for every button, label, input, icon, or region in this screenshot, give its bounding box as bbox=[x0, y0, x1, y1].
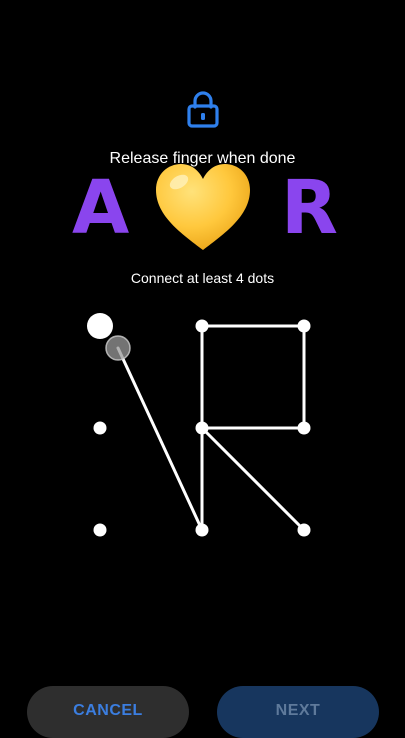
pattern-lines bbox=[116, 324, 306, 532]
pattern-dot-4[interactable] bbox=[93, 421, 107, 435]
pattern-dot-7[interactable] bbox=[93, 523, 107, 537]
pattern-dot-8[interactable] bbox=[195, 523, 209, 537]
touch-indicator bbox=[105, 335, 131, 361]
pattern-dot-2[interactable] bbox=[195, 319, 209, 333]
cancel-button[interactable]: CANCEL bbox=[27, 686, 189, 738]
pattern-dot-6[interactable] bbox=[297, 421, 311, 435]
pattern-dot-3[interactable] bbox=[297, 319, 311, 333]
pattern-dot-5[interactable] bbox=[195, 421, 209, 435]
pattern-finger-stroke bbox=[116, 346, 204, 532]
pattern-grid[interactable] bbox=[0, 0, 405, 720]
pattern-dot-1[interactable] bbox=[87, 313, 113, 339]
next-button[interactable]: NEXT bbox=[217, 686, 379, 738]
pattern-path bbox=[200, 324, 306, 532]
pattern-dot-9[interactable] bbox=[297, 523, 311, 537]
